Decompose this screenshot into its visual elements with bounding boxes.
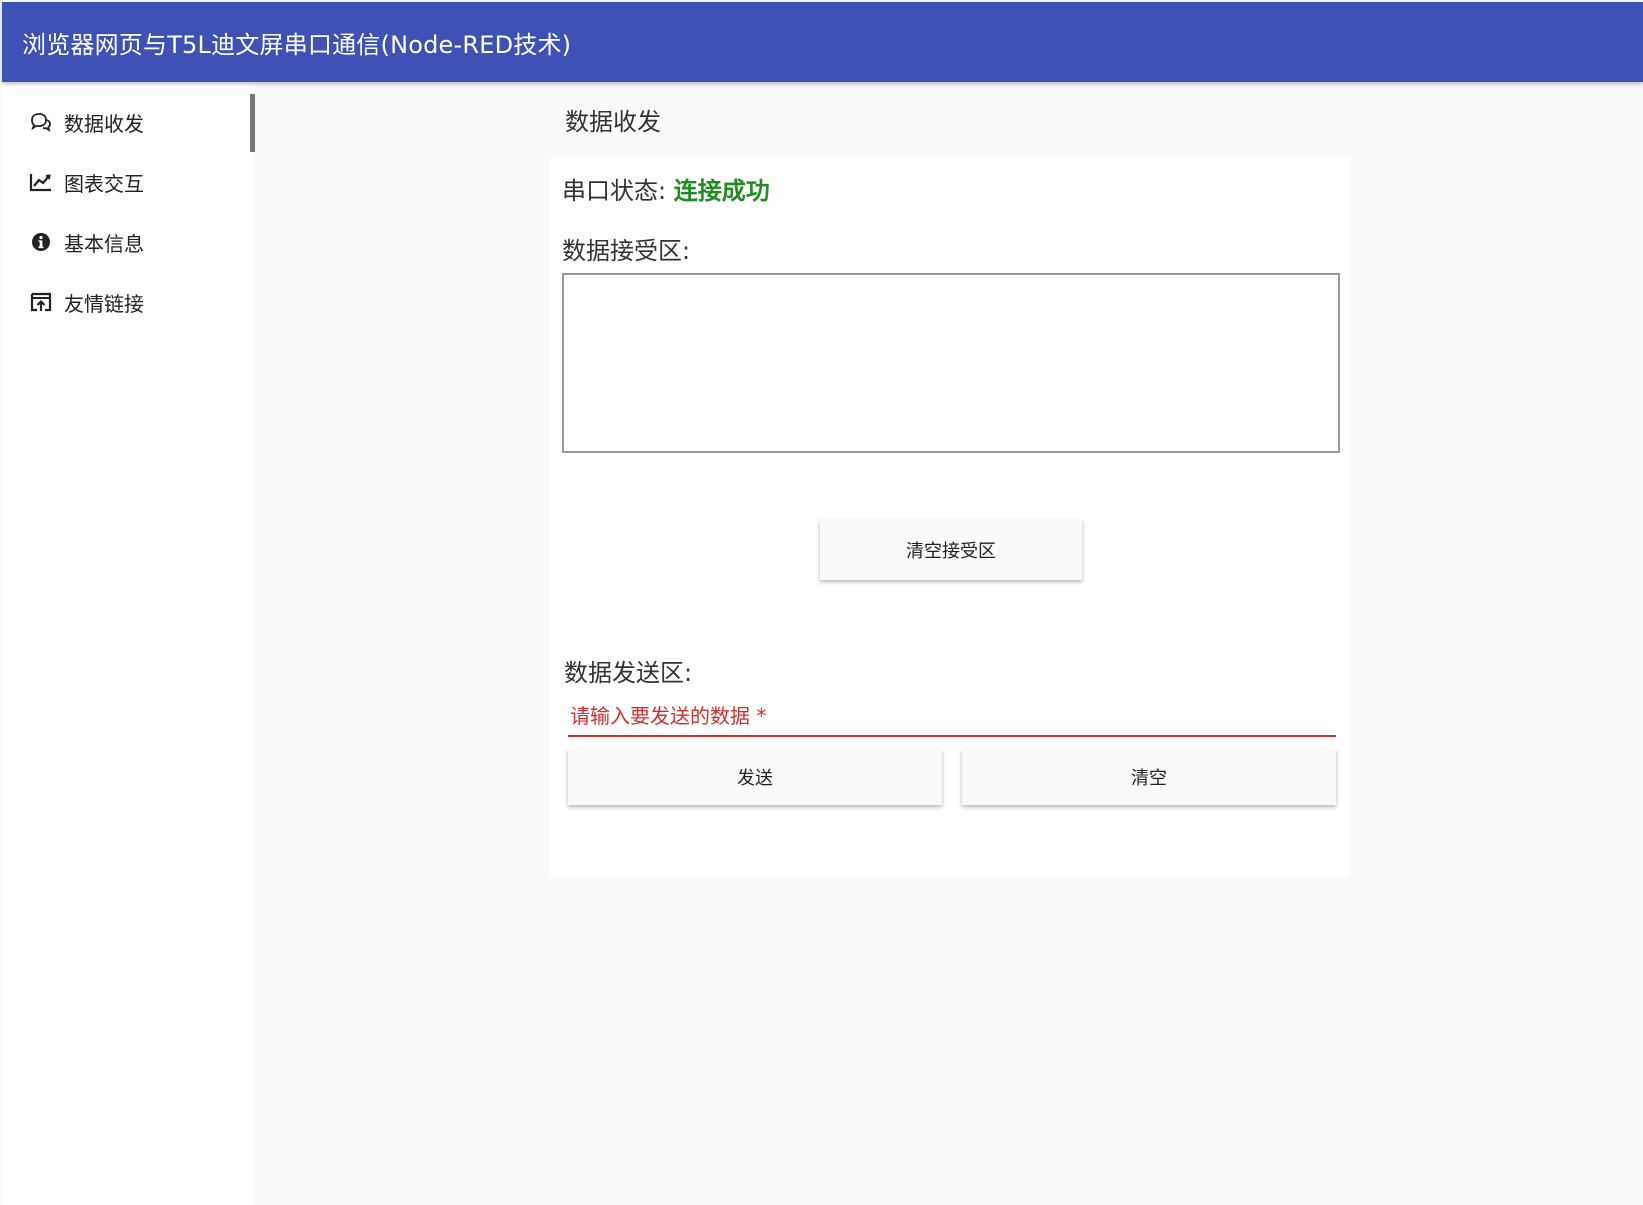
open-in-new-icon [28,289,54,315]
chat-bubbles-icon [28,109,54,135]
receive-textarea[interactable] [562,273,1340,453]
sidebar-item-label: 基本信息 [64,231,144,256]
page-title: 数据收发 [565,108,661,136]
info-icon [28,229,54,255]
serial-status-label: 串口状态: [562,177,667,205]
serial-status: 串口状态: 连接成功 [562,171,770,206]
send-button[interactable]: 发送 [568,749,942,805]
line-chart-icon [28,169,54,195]
sidebar-item-basic-info[interactable]: 基本信息 [2,212,255,272]
data-transfer-card: 串口状态: 连接成功 数据接受区: 清空接受区 数据发送区: 发送 清空 [550,157,1350,877]
top-toolbar: 浏览器网页与T5L迪文屏串口通信(Node-RED技术) [2,2,1643,82]
clear-receive-button[interactable]: 清空接受区 [820,520,1082,580]
send-input[interactable] [568,697,1336,735]
serial-status-value: 连接成功 [673,177,770,205]
sidebar-item-label: 图表交互 [64,171,144,196]
sidebar: 数据收发 图表交互 基本信息 友情链接 [2,82,255,1205]
clear-send-button[interactable]: 清空 [962,749,1336,805]
app-window: 浏览器网页与T5L迪文屏串口通信(Node-RED技术) 数据收发 图表交互 基… [0,0,1643,1205]
sidebar-item-data-transfer[interactable]: 数据收发 [2,92,255,152]
send-input-field [568,697,1336,737]
receive-area-label: 数据接受区: [562,237,691,265]
main-content: 数据收发 串口状态: 连接成功 数据接受区: 清空接受区 数据发送区: 发送 清… [255,82,1643,1205]
send-area-label: 数据发送区: [564,659,693,687]
app-title: 浏览器网页与T5L迪文屏串口通信(Node-RED技术) [22,30,572,59]
sidebar-item-friend-links[interactable]: 友情链接 [2,272,255,332]
sidebar-item-label: 数据收发 [64,111,144,136]
sidebar-item-label: 友情链接 [64,291,144,316]
sidebar-item-chart-interaction[interactable]: 图表交互 [2,152,255,212]
